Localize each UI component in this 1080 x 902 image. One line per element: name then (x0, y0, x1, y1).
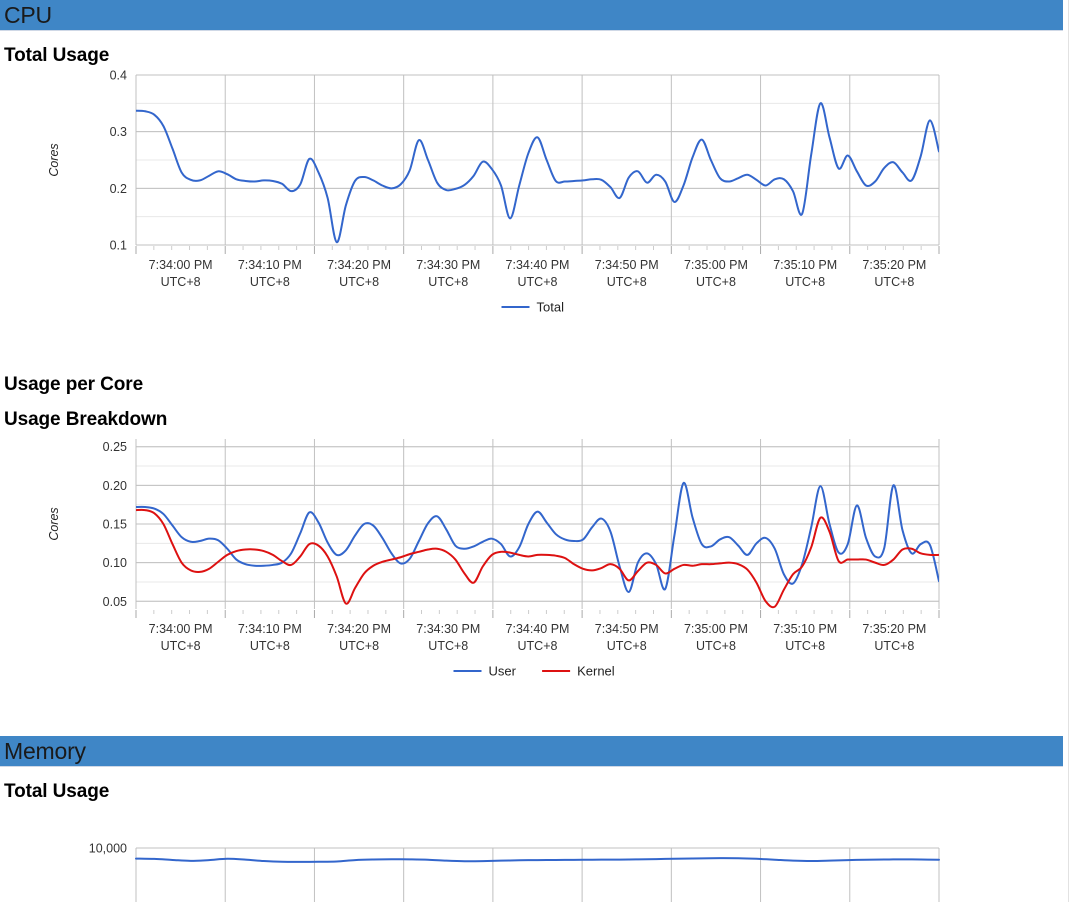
x-axis-tick-label-time: 7:35:20 PM (862, 258, 926, 272)
monitoring-dashboard-page: CPU Total Usage 0.1 0.2 0.3 0.4 Cores 7:34:00… (0, 0, 1069, 902)
x-axis-tick-label-timezone: UTC+8 (696, 275, 736, 289)
y-axis-tick-label: 0.25 (103, 440, 127, 454)
y-axis-tick-label: 0.10 (103, 556, 127, 570)
cpu-total-usage-svg[interactable]: 0.1 0.2 0.3 0.4 Cores 7:34:00 PM UTC+8 7:34:10 … (0, 67, 1069, 372)
legend-item-user[interactable]: User (454, 664, 517, 679)
x-axis-tick-label-timezone: UTC+8 (696, 639, 736, 653)
x-axis-tick-label-time: 7:34:10 PM (238, 258, 302, 272)
x-axis-tick-label-timezone: UTC+8 (250, 639, 290, 653)
x-axis-tick-label-time: 7:34:30 PM (416, 622, 480, 636)
y-axis-tick-label: 0.05 (103, 595, 127, 609)
x-axis-tick-label-time: 7:34:00 PM (149, 258, 213, 272)
y-axis-tick-label: 0.1 (110, 239, 127, 253)
x-axis-tick-label-timezone: UTC+8 (428, 275, 468, 289)
x-axis-tick-label-time: 7:35:20 PM (862, 622, 926, 636)
subsection-title-cpu-total-usage: Total Usage (0, 45, 1068, 67)
memory-total-usage-svg[interactable]: 10,000 (0, 803, 1069, 902)
x-axis-tick-label-timezone: UTC+8 (250, 275, 290, 289)
legend-label-total: Total (537, 300, 565, 315)
x-axis-tick-label-time: 7:35:00 PM (684, 258, 748, 272)
subsection-title-memory-total-usage: Total Usage (0, 781, 1068, 803)
x-axis-tick-label-time: 7:34:40 PM (506, 622, 570, 636)
x-axis-tick-label-timezone: UTC+8 (518, 275, 558, 289)
x-axis-tick-label-time: 7:34:20 PM (327, 258, 391, 272)
series-line-total[interactable] (136, 858, 939, 862)
x-axis-tick-label-time: 7:34:10 PM (238, 622, 302, 636)
section-title-cpu: CPU (0, 4, 52, 27)
plot-area (136, 75, 939, 245)
section-header-cpu: CPU (0, 0, 1063, 31)
subsection-title-cpu-usage-breakdown: Usage Breakdown (0, 409, 1068, 431)
legend-item-kernel[interactable]: Kernel (542, 664, 615, 679)
y-axis-tick-label: 0.4 (110, 69, 127, 83)
x-axis-tick-label-time: 7:34:00 PM (149, 622, 213, 636)
section-header-memory: Memory (0, 736, 1063, 767)
y-axis-tick-label: 0.15 (103, 518, 127, 532)
legend-item-total[interactable]: Total (502, 300, 565, 315)
x-axis-tick-label-timezone: UTC+8 (607, 275, 647, 289)
x-axis-tick-label-time: 7:35:10 PM (773, 622, 837, 636)
series-line-total[interactable] (136, 103, 939, 242)
y-axis-title: Cores (47, 507, 61, 540)
x-axis-tick-label-time: 7:35:10 PM (773, 258, 837, 272)
legend-label-kernel: Kernel (577, 664, 615, 679)
chart-memory-total-usage[interactable]: 10,000 (0, 803, 1068, 902)
series-group (136, 483, 939, 607)
chart-cpu-total-usage[interactable]: 0.1 0.2 0.3 0.4 Cores 7:34:00 PM UTC+8 7:34:10 … (0, 67, 1068, 372)
x-axis-tick-label-timezone: UTC+8 (161, 275, 201, 289)
y-axis-title: Cores (47, 143, 61, 176)
x-axis-tick-label-time: 7:34:50 PM (595, 258, 659, 272)
series-line-user[interactable] (136, 483, 939, 592)
x-axis-tick-label-timezone: UTC+8 (607, 639, 647, 653)
x-axis-tick-label-timezone: UTC+8 (518, 639, 558, 653)
chart-cpu-usage-breakdown[interactable]: 0.05 0.10 0.15 0.20 0.25 Cores 7:34:00 PM UTC+8… (0, 431, 1068, 736)
x-axis-tick-label-time: 7:35:00 PM (684, 622, 748, 636)
y-axis-tick-label: 0.2 (110, 182, 127, 196)
x-axis-tick-label-timezone: UTC+8 (874, 275, 914, 289)
x-axis-tick-label-time: 7:34:50 PM (595, 622, 659, 636)
legend-label-user: User (489, 664, 517, 679)
section-title-memory: Memory (0, 740, 86, 763)
x-axis-tick-label-timezone: UTC+8 (785, 639, 825, 653)
cpu-usage-breakdown-svg[interactable]: 0.05 0.10 0.15 0.20 0.25 Cores 7:34:00 PM UTC+8… (0, 431, 1069, 736)
y-axis-tick-label: 0.3 (110, 125, 127, 139)
x-axis-tick-label-timezone: UTC+8 (339, 275, 379, 289)
x-axis-tick-label-time: 7:34:40 PM (506, 258, 570, 272)
y-axis-tick-label: 0.20 (103, 479, 127, 493)
x-axis-tick-label-time: 7:34:20 PM (327, 622, 391, 636)
x-axis-tick-label-timezone: UTC+8 (874, 639, 914, 653)
x-axis-tick-label-timezone: UTC+8 (428, 639, 468, 653)
x-axis-tick-label-time: 7:34:30 PM (416, 258, 480, 272)
x-axis-tick-label-timezone: UTC+8 (161, 639, 201, 653)
subsection-title-cpu-usage-per-core: Usage per Core (0, 374, 1068, 396)
series-group (136, 103, 939, 242)
x-axis-tick-label-timezone: UTC+8 (339, 639, 379, 653)
x-axis-tick-label-timezone: UTC+8 (785, 275, 825, 289)
y-axis-tick-label: 10,000 (89, 842, 127, 856)
